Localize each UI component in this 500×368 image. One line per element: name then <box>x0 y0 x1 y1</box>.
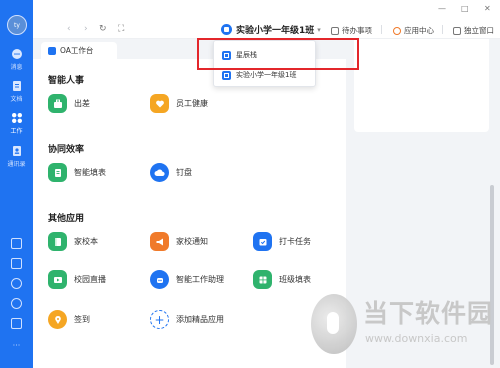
grid-icon[interactable] <box>0 238 33 249</box>
tab-oa-workbench[interactable]: OA工作台 <box>41 42 117 59</box>
back-button[interactable]: ‹ <box>67 24 71 34</box>
rail-item-label: 文档 <box>10 96 23 103</box>
chat-icon <box>11 48 23 60</box>
group-icon <box>221 24 232 35</box>
app-label: 钉盘 <box>176 168 192 177</box>
robot-icon <box>150 270 169 289</box>
watermark-url: www.downxia.com <box>365 332 468 345</box>
apps-icon <box>11 112 23 124</box>
workbench-icon <box>48 46 56 55</box>
maximize-button[interactable]: □ <box>461 4 469 13</box>
rail-item-label: 消息 <box>10 64 23 71</box>
location-icon <box>48 310 67 329</box>
section-title: 其他应用 <box>48 214 85 224</box>
checkbox-icon <box>331 26 339 35</box>
close-button[interactable]: ✕ <box>484 4 491 13</box>
app-center-button[interactable]: 应用中心 <box>393 25 434 36</box>
plus-icon: + <box>150 310 169 329</box>
app-label: 签到 <box>74 315 90 324</box>
watermark: 当下软件园 www.downxia.com <box>311 288 500 368</box>
group-name: 实验小学一年级1班 <box>236 26 315 36</box>
phone-icon[interactable] <box>0 298 33 309</box>
app-label: 智能填表 <box>74 168 106 177</box>
document-icon <box>11 80 23 92</box>
app-label: 打卡任务 <box>279 237 311 246</box>
app-label: 班级填表 <box>279 275 311 284</box>
refresh-button[interactable]: ↻ <box>99 24 107 34</box>
briefcase-icon <box>48 94 67 113</box>
fullscreen-button[interactable]: ⛶ <box>118 24 124 34</box>
check-icon[interactable] <box>0 258 33 269</box>
app-center-icon <box>393 26 401 35</box>
app-checkin-task[interactable]: 打卡任务 <box>253 232 311 251</box>
app-center-label: 应用中心 <box>404 26 434 35</box>
app-label: 员工健康 <box>176 99 208 108</box>
app-label: 校园直播 <box>74 275 106 284</box>
table-icon <box>253 270 272 289</box>
separate-window-button[interactable]: 独立窗口 <box>453 25 494 36</box>
megaphone-icon <box>150 232 169 251</box>
add-app-button[interactable]: + 添加精品应用 <box>150 310 224 329</box>
app-label: 家校本 <box>74 237 98 246</box>
app-label: 出差 <box>74 99 90 108</box>
watermark-logo-icon <box>311 294 357 354</box>
app-label: 智能工作助理 <box>176 275 224 284</box>
title-bar: ‹ › ↻ ⛶ 实验小学一年级1班 ▾ 待办事项 应用中心 独立窗口 — □ ✕ <box>33 0 500 39</box>
section-title: 智能人事 <box>48 76 85 86</box>
dropdown-item-class[interactable]: 实验小学一年级1班 <box>222 70 296 80</box>
flash-icon[interactable] <box>0 278 33 289</box>
rail-item-messages[interactable]: 消息 <box>0 48 33 71</box>
app-campus-live[interactable]: 校园直播 <box>48 270 106 289</box>
rail-item-work[interactable]: 工作 <box>0 112 33 135</box>
rail-item-documents[interactable]: 文档 <box>0 80 33 103</box>
minimize-button[interactable]: — <box>438 4 446 13</box>
form-icon <box>48 163 67 182</box>
divider <box>381 25 382 34</box>
rail-item-label: 通讯录 <box>7 161 26 168</box>
workbench-content: 智能人事 出差 员工健康 协同效率 智能填表 钉盘 其他应用 家校本 家校通知 … <box>33 59 346 368</box>
app-sign-in[interactable]: 签到 <box>48 310 90 329</box>
app-class-form[interactable]: 班级填表 <box>253 270 311 289</box>
app-smart-form[interactable]: 智能填表 <box>48 163 106 182</box>
rail-item-contacts[interactable]: 通讯录 <box>0 145 33 168</box>
watermark-title: 当下软件园 <box>363 299 494 328</box>
notebook-icon <box>48 232 67 251</box>
section-title: 协同效率 <box>48 145 85 155</box>
divider <box>442 25 443 34</box>
mail-icon[interactable] <box>0 318 33 329</box>
dropdown-item-label: 实验小学一年级1班 <box>236 71 297 79</box>
app-smart-assistant[interactable]: 智能工作助理 <box>150 270 224 289</box>
window-icon <box>453 26 461 35</box>
broadcast-icon <box>48 270 67 289</box>
app-home-school-book[interactable]: 家校本 <box>48 232 98 251</box>
calendar-icon <box>253 232 272 251</box>
cloud-icon <box>150 163 169 182</box>
highlight-box <box>197 38 359 70</box>
app-label: 家校通知 <box>176 237 208 246</box>
app-business-trip[interactable]: 出差 <box>48 94 90 113</box>
left-rail: ty 消息 文档 工作 通讯录 ··· <box>0 0 33 368</box>
forward-button[interactable]: › <box>84 24 88 34</box>
todo-button[interactable]: 待办事项 <box>331 25 372 36</box>
tab-label: OA工作台 <box>60 46 94 55</box>
heart-icon <box>150 94 169 113</box>
chevron-down-icon: ▾ <box>317 25 321 34</box>
separate-window-label: 独立窗口 <box>464 26 494 35</box>
group-selector[interactable]: 实验小学一年级1班 ▾ <box>221 23 321 36</box>
org-icon <box>222 70 231 80</box>
rail-item-label: 工作 <box>10 128 23 135</box>
app-ding-disk[interactable]: 钉盘 <box>150 163 192 182</box>
app-home-school-notice[interactable]: 家校通知 <box>150 232 208 251</box>
todo-label: 待办事项 <box>342 26 372 35</box>
right-card <box>354 39 489 132</box>
avatar[interactable]: ty <box>7 15 27 35</box>
app-label: 添加精品应用 <box>176 315 224 324</box>
app-employee-health[interactable]: 员工健康 <box>150 94 208 113</box>
more-icon[interactable]: ··· <box>0 341 33 350</box>
contacts-icon <box>11 145 23 157</box>
